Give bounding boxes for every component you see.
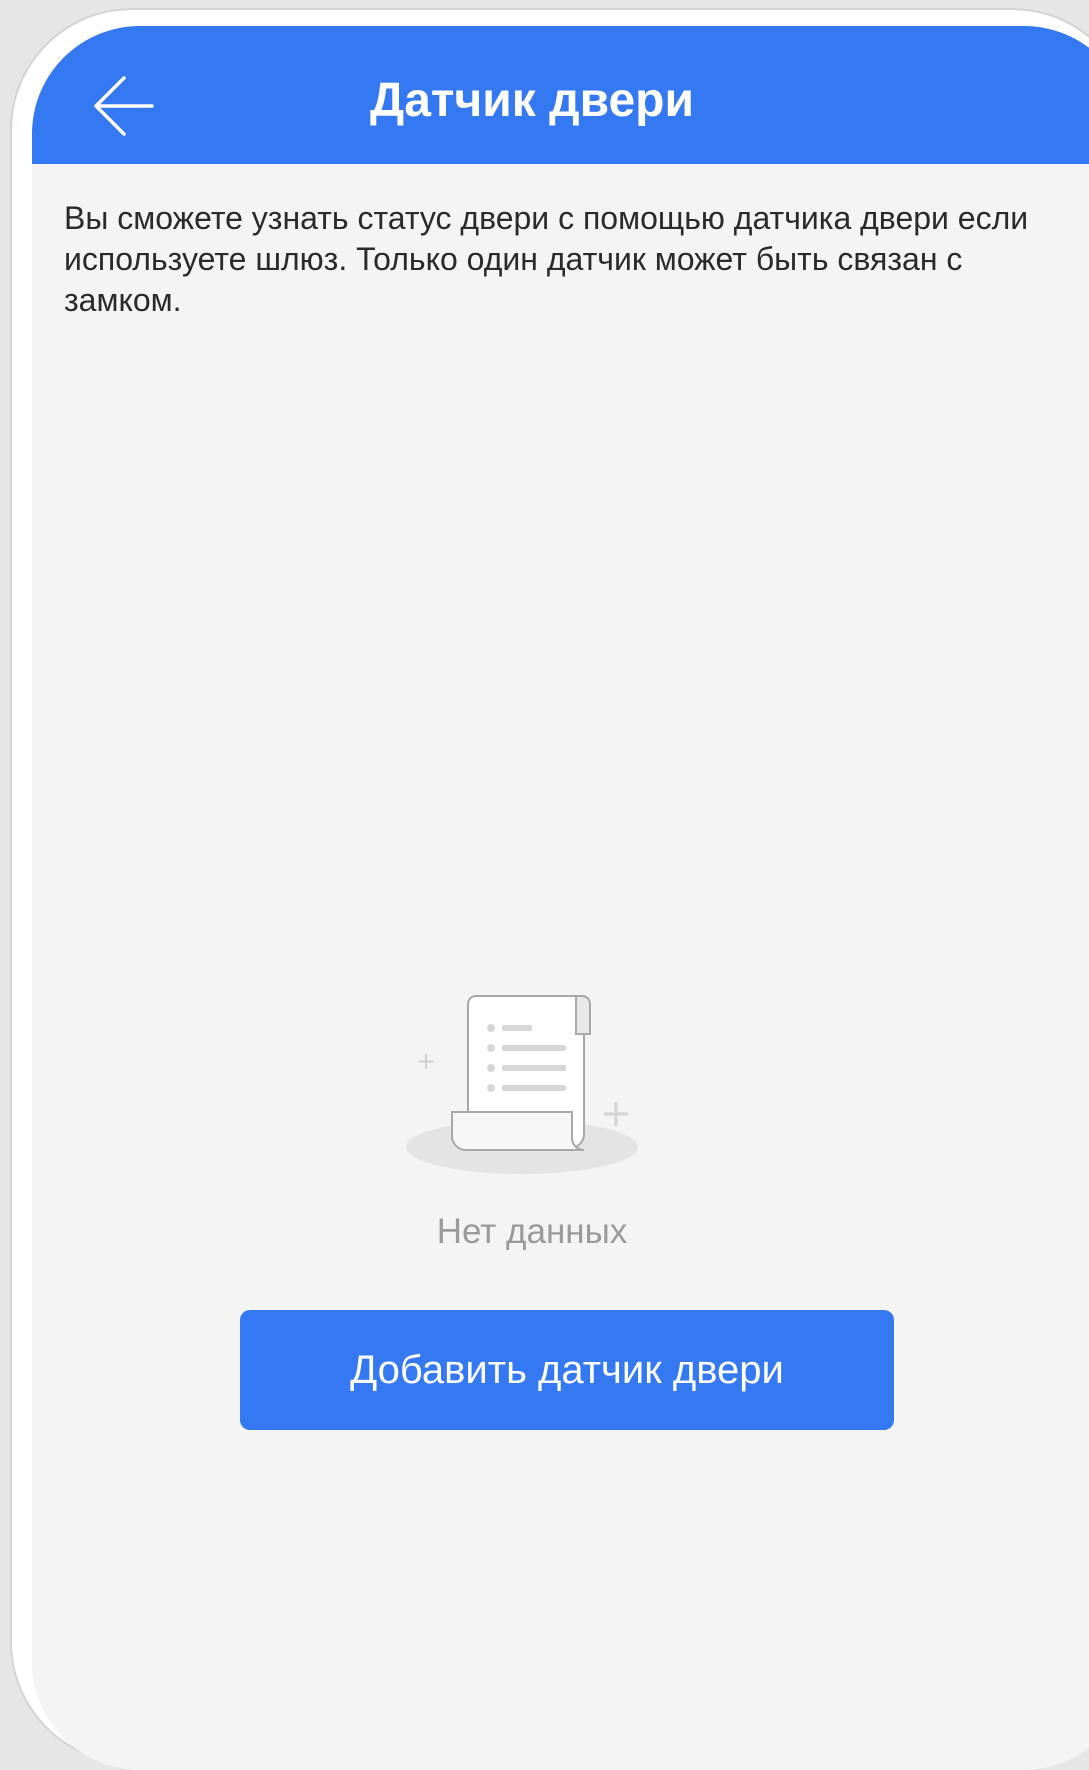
svg-text:+: + [416,1047,436,1075]
document-scroll-icon: + + [404,976,644,1176]
description-text: Вы сможете узнать статус двери с помощью… [64,200,1029,318]
empty-state-text: Нет данных [436,1212,628,1251]
svg-text:+: + [600,1091,632,1135]
app-header: Датчик двери [32,26,1089,164]
app-screen: Датчик двери Вы сможете узнать статус дв… [32,26,1089,1770]
page-title: Датчик двери [370,74,694,127]
device-frame: Датчик двери Вы сможете узнать статус дв… [12,10,1089,1770]
add-door-sensor-button[interactable]: Добавить датчик двери [240,1310,894,1430]
